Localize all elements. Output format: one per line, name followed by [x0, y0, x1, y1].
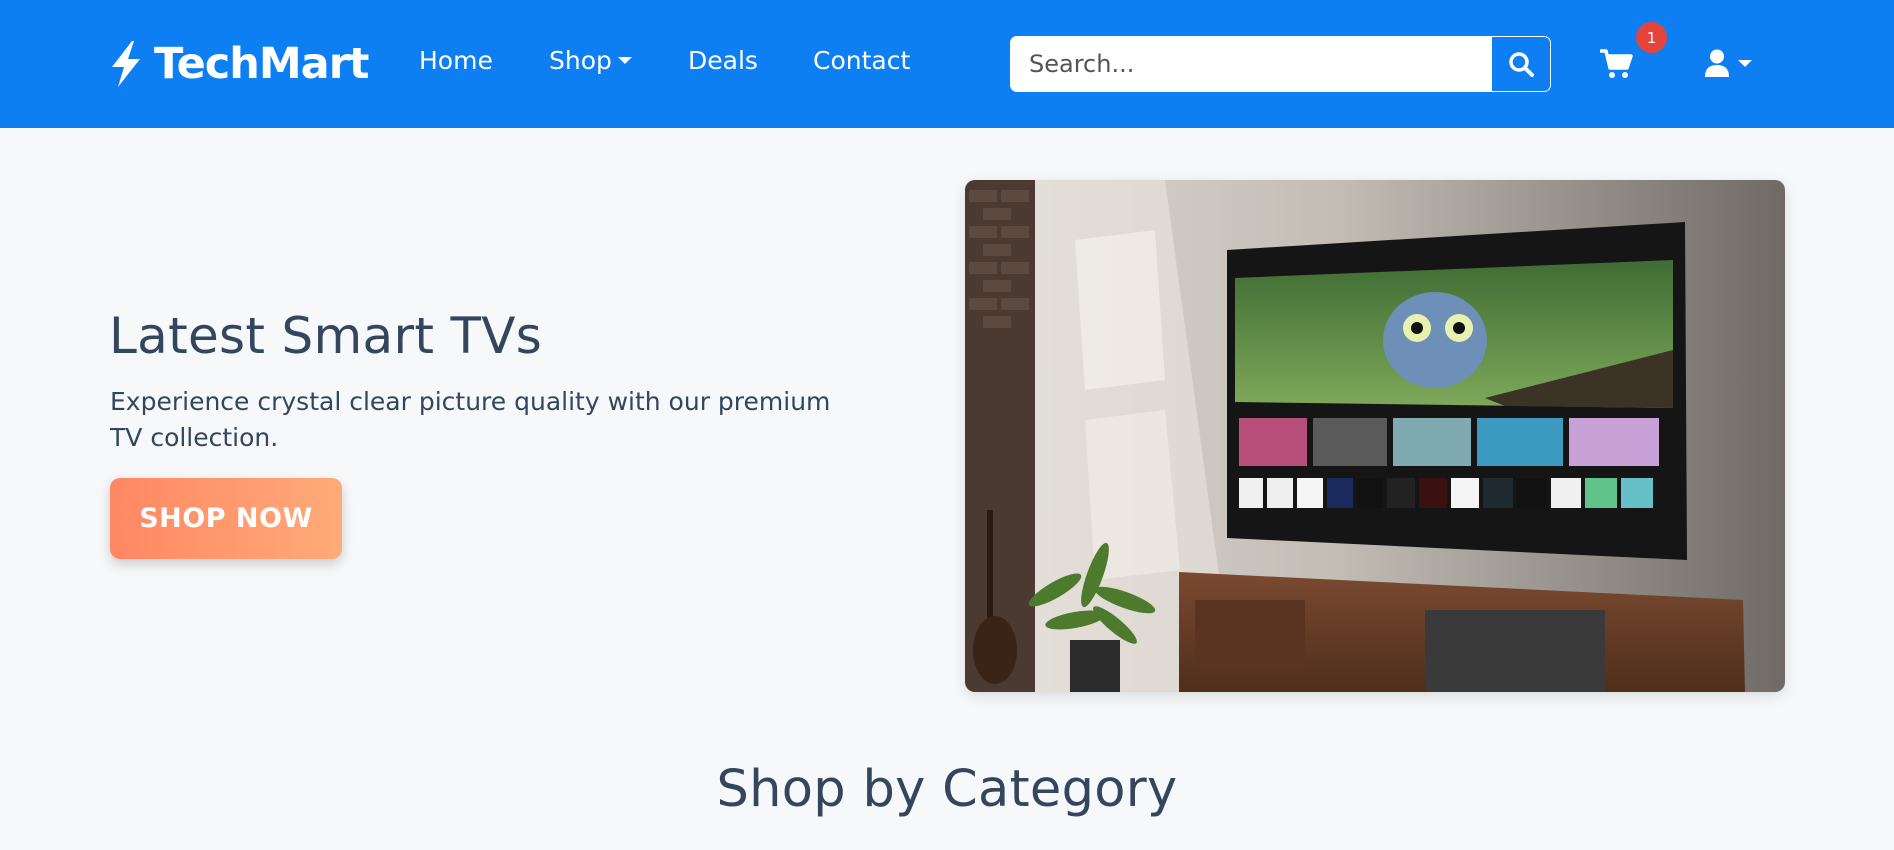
cart-count-badge: 1	[1636, 22, 1667, 53]
search-input[interactable]	[1010, 36, 1491, 92]
search-icon	[1509, 52, 1534, 77]
hero-image	[965, 180, 1785, 692]
search-button[interactable]	[1491, 36, 1551, 92]
nav-shop-label: Shop	[549, 46, 612, 75]
chevron-down-icon	[617, 56, 632, 64]
lightning-bolt-icon	[112, 41, 140, 87]
nav-shop-dropdown[interactable]: Shop	[549, 46, 632, 75]
cart-button[interactable]	[1599, 48, 1634, 80]
nav-home-link[interactable]: Home	[419, 46, 493, 75]
shop-now-button[interactable]: SHOP NOW	[110, 478, 342, 559]
search-form	[1010, 36, 1551, 92]
user-menu-dropdown[interactable]	[1704, 48, 1754, 78]
nav-contact-link[interactable]: Contact	[813, 46, 910, 75]
brand-name: TechMart	[154, 39, 369, 89]
cart-icon	[1599, 49, 1633, 78]
section-title-categories: Shop by Category	[716, 760, 1178, 819]
hero-title: Latest Smart TVs	[109, 307, 543, 365]
nav-deals-link[interactable]: Deals	[688, 46, 758, 75]
chevron-down-icon	[1738, 59, 1752, 67]
smart-tv-photo	[965, 180, 1785, 692]
hero-description: Experience crystal clear picture quality…	[110, 387, 831, 452]
top-navbar: TechMart Home Shop Deals Contact 1	[0, 0, 1894, 128]
user-icon	[1705, 49, 1729, 77]
brand-logo-link[interactable]: TechMart	[108, 38, 369, 90]
